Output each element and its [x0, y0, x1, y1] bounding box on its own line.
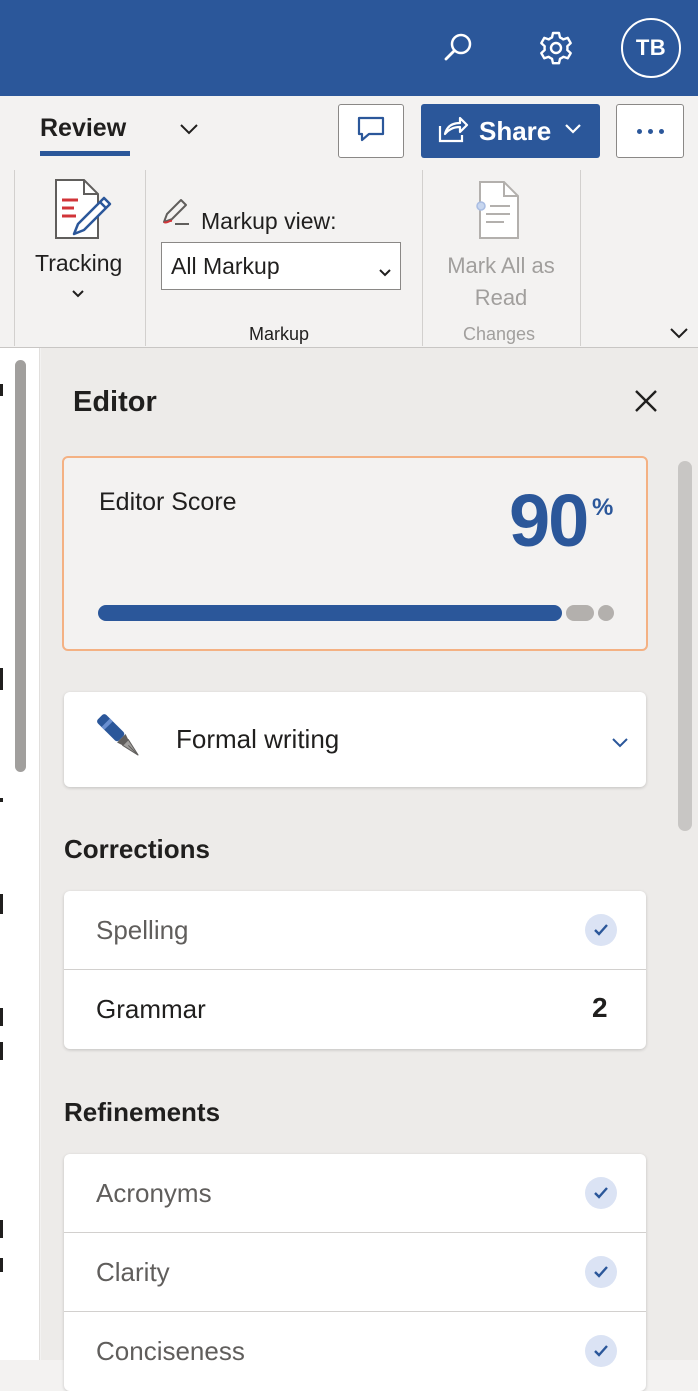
correction-label-spelling: Spelling [96, 915, 189, 945]
markup-group-label: Markup [249, 324, 310, 344]
list-item[interactable]: Spelling [64, 891, 646, 970]
tracking-button[interactable]: Tracking [35, 250, 122, 277]
editor-score-value: 90 [509, 479, 589, 562]
editor-score-unit: % [592, 494, 614, 521]
document-text-fragment [0, 894, 3, 914]
share-label: Share [479, 115, 552, 146]
document-text-fragment [0, 1258, 3, 1272]
comment-icon [356, 115, 386, 148]
list-item[interactable]: Conciseness [64, 1312, 646, 1391]
editor-score-progress-bar [98, 605, 614, 621]
avatar-initials: TB [635, 35, 667, 60]
list-item[interactable]: Clarity [64, 1233, 646, 1312]
writing-style-selector[interactable]: Formal writing [64, 692, 646, 787]
list-item[interactable]: Acronyms [64, 1154, 646, 1233]
score-progress-end-dot [598, 605, 614, 621]
checkmark-icon [585, 1335, 617, 1367]
changes-group-label: Changes [463, 324, 536, 344]
document-canvas[interactable] [0, 348, 40, 1360]
search-icon[interactable] [434, 24, 482, 72]
document-text-fragment [0, 384, 3, 396]
select-chevron-down-icon [378, 259, 392, 277]
checkmark-icon [585, 1177, 617, 1209]
score-progress-remaining [566, 605, 594, 621]
tab-list-chevron-down-icon[interactable] [176, 116, 202, 142]
refinement-label-acronyms: Acronyms [96, 1178, 212, 1208]
tab-review[interactable]: Review [40, 114, 126, 143]
document-text-fragment [0, 1220, 3, 1238]
refinement-label-clarity: Clarity [96, 1257, 170, 1287]
refinements-list: Acronyms Clarity Conciseness [64, 1154, 646, 1391]
refinements-heading: Refinements [64, 1097, 221, 1127]
editor-pane-scrollbar[interactable] [678, 461, 692, 831]
gear-icon[interactable] [532, 24, 580, 72]
share-chevron-down-icon [563, 119, 583, 144]
editor-pane: Editor Editor Score 90 % Formal writing … [41, 348, 698, 1391]
corrections-list: Spelling Grammar 2 [64, 891, 646, 1049]
ribbon-divider [580, 170, 581, 346]
document-text-fragment [0, 668, 3, 690]
markup-view-value: All Markup [171, 252, 280, 279]
correction-label-grammar: Grammar [96, 994, 206, 1024]
ribbon-divider [14, 170, 15, 346]
share-button[interactable]: Share [421, 104, 600, 158]
ribbon-expand-chevron-down-icon[interactable] [668, 322, 690, 344]
avatar[interactable]: TB [621, 18, 681, 78]
fountain-pen-icon [94, 710, 150, 768]
comments-button[interactable] [338, 104, 404, 158]
corrections-heading: Corrections [64, 834, 210, 864]
document-text-fragment [0, 1042, 3, 1060]
editor-score-label: Editor Score [99, 488, 237, 516]
ribbon-tabs: Review Share [0, 96, 698, 166]
title-bar: TB [0, 0, 698, 96]
more-options-button[interactable] [616, 104, 684, 158]
more-icon [636, 128, 642, 134]
list-item[interactable]: Grammar 2 [64, 970, 646, 1049]
active-tab-indicator [40, 151, 130, 156]
ribbon-divider [145, 170, 146, 346]
checkmark-icon [585, 1256, 617, 1288]
tracking-chevron-down-icon[interactable] [70, 286, 86, 302]
mark-all-read-icon [472, 180, 524, 240]
tracking-icon[interactable] [52, 178, 114, 242]
markup-pen-icon [161, 198, 193, 228]
refinement-label-conciseness: Conciseness [96, 1336, 245, 1366]
document-text-fragment [0, 798, 3, 802]
document-scrollbar[interactable] [15, 360, 26, 772]
editor-score-card[interactable]: Editor Score 90 % [62, 456, 648, 651]
mark-all-as-read-button: Mark All as Read [436, 250, 566, 314]
ribbon-divider [422, 170, 423, 346]
grammar-issue-count: 2 [592, 992, 608, 1023]
mark-all-read-line1: Mark All as [447, 253, 555, 278]
document-text-fragment [0, 1008, 3, 1026]
editor-pane-title: Editor [73, 386, 157, 418]
writing-style-chevron-down-icon[interactable] [610, 732, 630, 752]
markup-view-label: Markup view: [201, 208, 337, 234]
close-icon[interactable] [631, 386, 661, 416]
share-icon [437, 114, 469, 149]
score-progress-fill [98, 605, 563, 621]
markup-view-select[interactable]: All Markup [161, 242, 401, 290]
checkmark-icon [585, 914, 617, 946]
mark-all-read-line2: Read [474, 285, 528, 310]
writing-style-label: Formal writing [176, 724, 340, 754]
ribbon-commands: Tracking Markup view: All Markup Markup … [0, 166, 698, 348]
